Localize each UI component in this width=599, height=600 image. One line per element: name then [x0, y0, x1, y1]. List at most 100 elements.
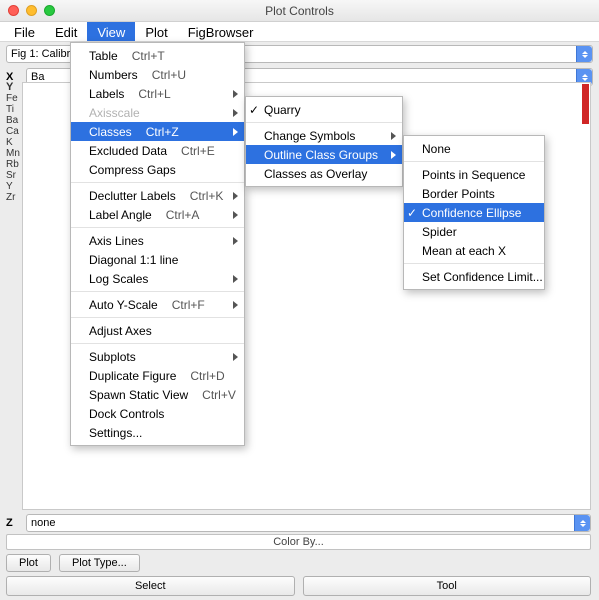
menu-separator — [71, 317, 244, 318]
outline-submenu: None Points in Sequence Border Points✓Conf… — [403, 135, 545, 290]
titlebar: Plot Controls — [0, 0, 599, 22]
y-item[interactable]: Zr — [6, 192, 20, 203]
menu-item-label: Axisscale — [89, 106, 140, 120]
classes-menu-item[interactable]: Classes as Overlay — [246, 164, 402, 183]
view-menu-item[interactable]: Subplots — [71, 347, 244, 366]
y-item[interactable]: Mn — [6, 148, 20, 159]
outline-menu-item[interactable]: Spider — [404, 222, 544, 241]
menu-shortcut: Ctrl+D — [190, 369, 224, 383]
y-item[interactable]: Sr — [6, 170, 20, 181]
menu-item-label: Table — [89, 49, 118, 63]
view-menu-item[interactable]: Compress Gaps — [71, 160, 244, 179]
menu-edit[interactable]: Edit — [45, 22, 87, 41]
y-item[interactable]: Ba — [6, 115, 20, 126]
view-menu-item[interactable]: NumbersCtrl+U — [71, 65, 244, 84]
menu-shortcut: Ctrl+E — [181, 144, 215, 158]
menu-item-label: Adjust Axes — [89, 324, 152, 338]
menu-item-label: Compress Gaps — [89, 163, 176, 177]
chevron-right-icon — [233, 237, 238, 245]
view-menu-item[interactable]: Labels Ctrl+L — [71, 84, 244, 103]
menu-separator — [246, 122, 402, 123]
menu-item-label: None — [422, 142, 451, 156]
menubar: File Edit View Plot FigBrowser — [0, 22, 599, 42]
select-button[interactable]: Select — [6, 576, 295, 596]
menu-item-label: Classes — [89, 125, 132, 139]
figure-select-value: Fig 1: Calibr — [11, 48, 70, 60]
view-menu-item[interactable]: Declutter LabelsCtrl+K — [71, 186, 244, 205]
menu-item-label: Label Angle — [89, 208, 152, 222]
menu-separator — [71, 227, 244, 228]
menu-shortcut: Ctrl+L — [138, 87, 170, 101]
view-menu-item[interactable]: Adjust Axes — [71, 321, 244, 340]
menu-separator — [404, 161, 544, 162]
menu-item-label: Auto Y-Scale — [89, 298, 158, 312]
menu-item-label: Set Confidence Limit... — [422, 270, 543, 284]
classes-menu-item[interactable]: Outline Class Groups — [246, 145, 402, 164]
menu-item-label: Points in Sequence — [422, 168, 525, 182]
view-menu-item[interactable]: Table Ctrl+T — [71, 46, 244, 65]
y-item[interactable]: Fe — [6, 93, 20, 104]
y-label: Y — [6, 82, 20, 93]
classes-menu-item[interactable]: Change Symbols — [246, 126, 402, 145]
menu-item-label: Labels — [89, 87, 124, 101]
chevron-updown-icon[interactable] — [576, 46, 592, 62]
y-item[interactable]: K — [6, 137, 20, 148]
view-menu-item[interactable]: Settings... — [71, 423, 244, 442]
view-menu-item[interactable]: Classes Ctrl+Z — [71, 122, 244, 141]
plot-button[interactable]: Plot — [6, 554, 51, 572]
chevron-updown-icon[interactable] — [574, 515, 590, 531]
menu-separator — [71, 182, 244, 183]
view-menu-item[interactable]: Dock Controls — [71, 404, 244, 423]
chevron-right-icon — [233, 211, 238, 219]
view-menu-item[interactable]: Diagonal 1:1 line — [71, 250, 244, 269]
tool-button[interactable]: Tool — [303, 576, 592, 596]
view-menu-item[interactable]: Excluded Data Ctrl+E — [71, 141, 244, 160]
chevron-right-icon — [233, 275, 238, 283]
y-item[interactable]: Rb — [6, 159, 20, 170]
menu-separator — [71, 343, 244, 344]
z-label: Z — [6, 517, 20, 529]
view-menu-item[interactable]: Log Scales — [71, 269, 244, 288]
menu-shortcut: Ctrl+T — [132, 49, 165, 63]
y-item[interactable]: Y — [6, 181, 20, 192]
menu-separator — [404, 263, 544, 264]
menu-item-label: Classes as Overlay — [264, 167, 367, 181]
outline-menu-item[interactable]: Points in Sequence — [404, 165, 544, 184]
view-menu-item[interactable]: Label Angle Ctrl+A — [71, 205, 244, 224]
view-menu-item[interactable]: Duplicate FigureCtrl+D — [71, 366, 244, 385]
outline-menu-item[interactable]: None — [404, 139, 544, 158]
window-title: Plot Controls — [0, 4, 599, 18]
menu-file[interactable]: File — [4, 22, 45, 41]
scroll-indicator — [582, 84, 589, 124]
outline-menu-item[interactable]: Set Confidence Limit... — [404, 267, 544, 286]
chevron-right-icon — [391, 151, 396, 159]
y-variable-list[interactable]: Y Fe Ti Ba Ca K Mn Rb Sr Y Zr — [6, 82, 20, 203]
menu-item-label: Outline Class Groups — [264, 148, 378, 162]
menu-shortcut: Ctrl+A — [166, 208, 200, 222]
menu-item-label: Quarry — [264, 103, 301, 117]
classes-submenu: ✓ Quarry Change Symbols Outline Class Group… — [245, 96, 403, 187]
check-icon: ✓ — [249, 104, 259, 116]
outline-menu-item[interactable]: Mean at each X — [404, 241, 544, 260]
plot-type-button[interactable]: Plot Type... — [59, 554, 140, 572]
menu-figbrowser[interactable]: FigBrowser — [178, 22, 264, 41]
menu-plot[interactable]: Plot — [135, 22, 177, 41]
view-menu-item[interactable]: Auto Y-ScaleCtrl+F — [71, 295, 244, 314]
chevron-right-icon — [233, 353, 238, 361]
menu-item-label: Excluded Data — [89, 144, 167, 158]
y-item[interactable]: Ti — [6, 104, 20, 115]
z-axis-select[interactable]: none — [26, 514, 591, 532]
y-item[interactable]: Ca — [6, 126, 20, 137]
z-axis-value: none — [31, 517, 55, 529]
menu-shortcut: Ctrl+Z — [146, 125, 179, 139]
classes-menu-item[interactable]: ✓ Quarry — [246, 100, 402, 119]
outline-menu-item[interactable]: Border Points — [404, 184, 544, 203]
view-menu-item: Axisscale — [71, 103, 244, 122]
outline-menu-item[interactable]: ✓Confidence Ellipse — [404, 203, 544, 222]
view-menu-item[interactable]: Axis Lines — [71, 231, 244, 250]
menu-view[interactable]: View — [87, 22, 135, 41]
menu-item-label: Declutter Labels — [89, 189, 176, 203]
color-by-bar[interactable]: Color By... — [6, 534, 591, 550]
menu-item-label: Mean at each X — [422, 244, 506, 258]
view-menu-item[interactable]: Spawn Static ViewCtrl+V — [71, 385, 244, 404]
